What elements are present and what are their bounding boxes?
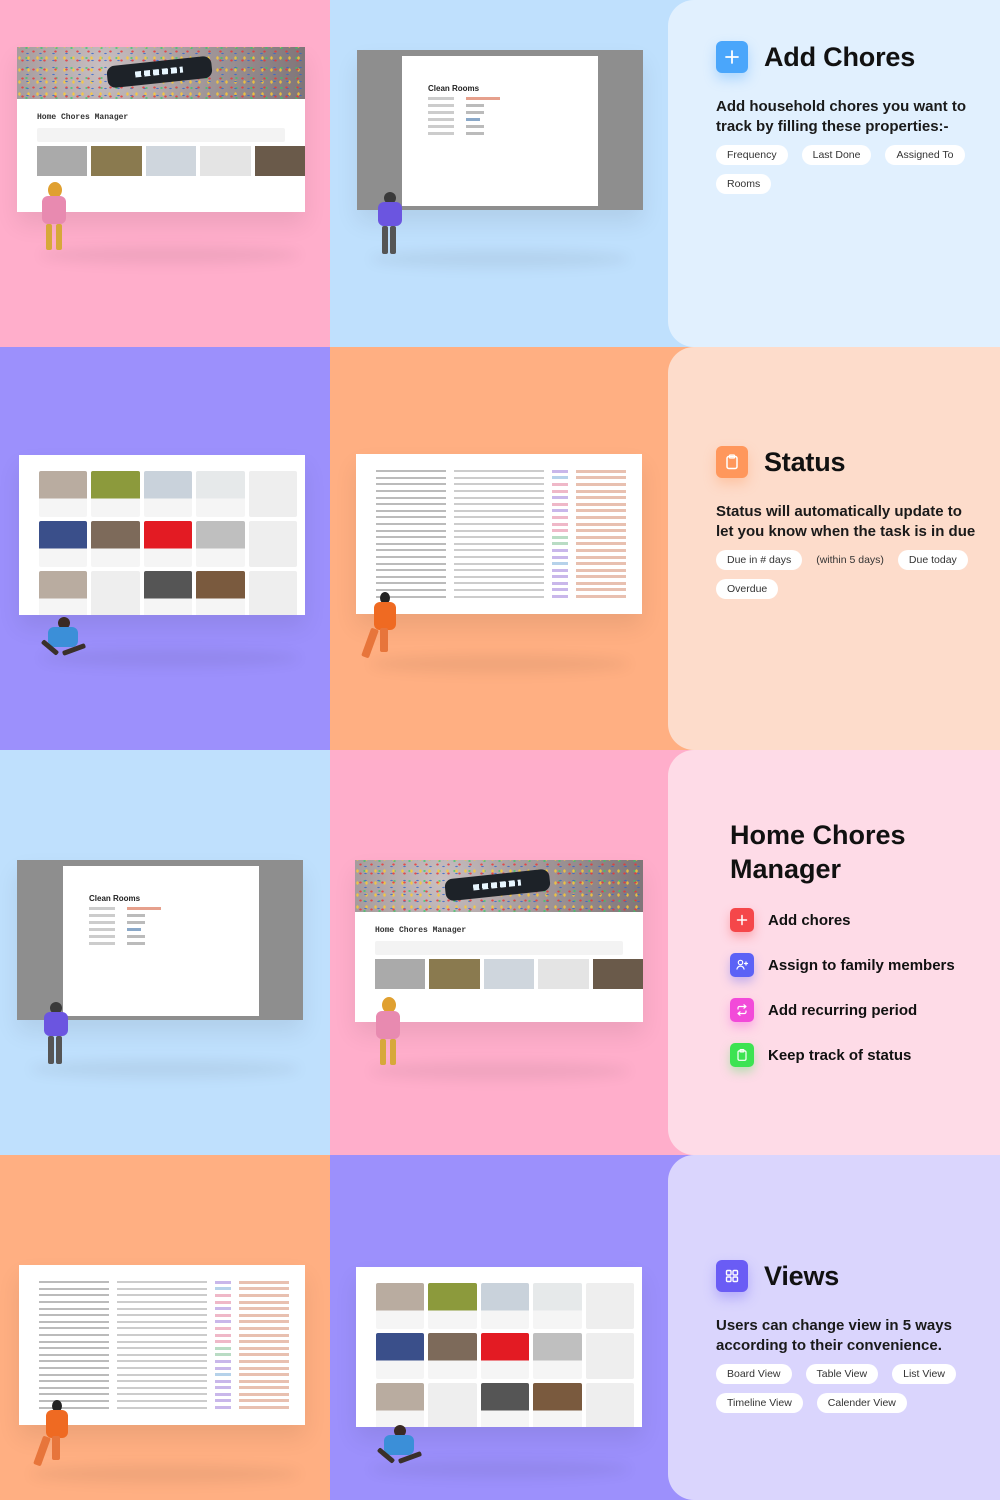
status-card: Status Status will automatically update …: [668, 347, 1000, 750]
views-panel: Views Users can change view in 5 ways ac…: [668, 1155, 1000, 1500]
figure-character: [372, 995, 408, 1070]
chip-board-view: Board View: [716, 1364, 792, 1384]
add-chores-card: Add Chores Add household chores you want…: [668, 0, 1000, 347]
clipboard-icon: [730, 1043, 754, 1067]
figure-character: [360, 592, 410, 664]
chip-timeline-view: Timeline View: [716, 1393, 803, 1413]
callout-block: [375, 941, 623, 955]
floor-shadow: [370, 1062, 630, 1080]
chore-modal: Clean Rooms: [63, 866, 259, 1016]
figure-character: [38, 180, 74, 255]
status-chips: Due in # days (within 5 days) Due today …: [716, 550, 976, 599]
row-manager: Clean Rooms Home Chores Manager Home Cho…: [0, 750, 1000, 1155]
views-description: Users can change view in 5 ways accordin…: [716, 1317, 952, 1354]
row-status: Status Status will automatically update …: [0, 347, 1000, 750]
add-chores-description: Add household chores you want to track b…: [716, 98, 967, 135]
table-view-screenshot: [356, 454, 642, 614]
board-preview: [375, 959, 643, 989]
page-title: Home Chores Manager: [37, 113, 129, 122]
add-chores-title: Add Chores: [764, 41, 916, 72]
manager-panel: Home Chores Manager Add chores Assign to…: [668, 750, 1000, 1155]
chip-overdue: Overdue: [716, 579, 779, 599]
table-view-preview-panel: [330, 347, 670, 750]
chip-last-done: Last Done: [801, 145, 872, 165]
home-page-preview-panel-2: Home Chores Manager: [330, 750, 670, 1155]
view-chips: Board View Table View List View Timeline…: [716, 1364, 986, 1413]
plus-icon: [716, 41, 748, 73]
detail-page-preview-panel-2: Clean Rooms: [0, 750, 330, 1155]
cover-image: [355, 860, 643, 912]
figure-character: [32, 1400, 82, 1472]
board-view-screenshot: [356, 1267, 642, 1427]
property-chips: Frequency Last Done Assigned To Rooms: [716, 145, 976, 194]
add-chores-panel: Add Chores Add household chores you want…: [668, 0, 1000, 347]
status-description: Status will automatically update to let …: [716, 503, 976, 540]
chip-table-view: Table View: [805, 1364, 879, 1384]
board-columns: [356, 1267, 642, 1427]
clipboard-icon: [716, 446, 748, 478]
page-title: Home Chores Manager: [375, 926, 467, 935]
callout-block: [37, 128, 285, 142]
views-card: Views Users can change view in 5 ways ac…: [668, 1155, 1000, 1500]
chore-modal: Clean Rooms: [402, 56, 598, 206]
feature-label: Add recurring period: [768, 1001, 918, 1019]
chip-assigned-to: Assigned To: [885, 145, 965, 165]
figure-character: [374, 190, 410, 258]
status-title: Status: [764, 446, 846, 477]
modal-title: Clean Rooms: [428, 84, 480, 93]
board-view-screenshot: [19, 455, 305, 615]
grid-icon: [716, 1260, 748, 1292]
views-title: Views: [764, 1260, 840, 1291]
board-view-preview-panel-2: [330, 1155, 670, 1500]
feature-recurring-period: Add recurring period: [730, 998, 980, 1022]
figure-character: [36, 617, 96, 667]
status-panel: Status Status will automatically update …: [668, 347, 1000, 750]
chip-due-in-days: Due in # days: [716, 550, 803, 570]
board-columns: [19, 455, 305, 615]
manager-title-line1: Home Chores: [730, 820, 906, 850]
row-add-chores: Home Chores Manager Clean Rooms Add Chor…: [0, 0, 1000, 347]
board-view-preview-panel: [0, 347, 330, 750]
modal-title: Clean Rooms: [89, 894, 141, 903]
chip-rooms: Rooms: [716, 174, 772, 194]
repeat-icon: [730, 998, 754, 1022]
feature-label: Keep track of status: [768, 1046, 912, 1064]
feature-add-chores: Add chores: [730, 908, 980, 932]
floor-shadow: [40, 246, 300, 264]
figure-character: [372, 1425, 432, 1475]
feature-label: Assign to family members: [768, 956, 955, 974]
detail-page-preview-panel: Clean Rooms: [330, 0, 670, 347]
manager-title-line2: Manager: [730, 854, 842, 884]
row-views: Views Users can change view in 5 ways ac…: [0, 1155, 1000, 1500]
table-view-preview-panel-2: [0, 1155, 330, 1500]
manager-card: Home Chores Manager Add chores Assign to…: [668, 750, 1000, 1155]
figure-character: [40, 1000, 76, 1068]
chip-due-today: Due today: [897, 550, 968, 570]
chip-frequency: Frequency: [716, 145, 788, 165]
board-preview: [37, 146, 305, 176]
chip-list-view: List View: [892, 1364, 956, 1384]
feature-track-status: Keep track of status: [730, 1043, 980, 1067]
feature-assign-members: Assign to family members: [730, 953, 980, 977]
feature-label: Add chores: [768, 911, 851, 929]
within-days-note: (within 5 days): [816, 554, 884, 566]
chip-calender-view: Calender View: [816, 1393, 907, 1413]
detail-page-screenshot: Clean Rooms: [357, 50, 643, 210]
plus-icon: [730, 908, 754, 932]
user-add-icon: [730, 953, 754, 977]
home-page-preview-panel: Home Chores Manager: [0, 0, 330, 347]
cover-image: [17, 47, 305, 99]
detail-page-screenshot: Clean Rooms: [17, 860, 303, 1020]
